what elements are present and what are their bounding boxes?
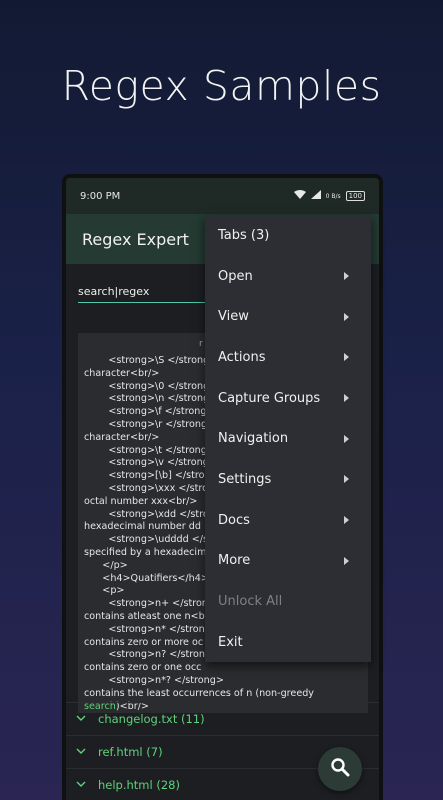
menu-item-docs[interactable]: Docs: [205, 500, 371, 541]
chevron-down-icon: [76, 746, 98, 757]
menu-item-exit[interactable]: Exit: [205, 622, 371, 663]
menu-item-open[interactable]: Open: [205, 256, 371, 297]
chevron-right-icon: [344, 394, 349, 403]
search-icon: [330, 757, 350, 781]
status-time: 9:00 PM: [80, 190, 121, 202]
menu-item-label: Unlock All: [218, 594, 283, 610]
app-title: Regex Expert: [82, 229, 189, 249]
chevron-right-icon: [344, 272, 349, 281]
file-item-label: changelog.txt (11): [98, 711, 205, 726]
network-speed: 0 B/s: [325, 192, 341, 200]
menu-item-label: Exit: [218, 634, 243, 650]
chevron-right-icon: [344, 434, 349, 443]
wifi-icon: [293, 190, 306, 202]
chevron-right-icon: [344, 353, 349, 362]
chevron-right-icon: [344, 516, 349, 525]
menu-item-label: Navigation: [218, 431, 289, 447]
menu-item-navigation[interactable]: Navigation: [205, 418, 371, 459]
promo-title: Regex Samples: [61, 62, 382, 110]
menu-item-label: Open: [218, 268, 253, 284]
chevron-right-icon: [344, 312, 349, 321]
file-item-label: help.html (28): [98, 777, 180, 792]
chevron-down-icon: [76, 779, 98, 790]
menu-item-label: Tabs (3): [218, 227, 270, 243]
menu-item-label: View: [218, 309, 249, 325]
search-input[interactable]: [78, 285, 218, 303]
chevron-right-icon: [344, 475, 349, 484]
menu-item-tabs-3[interactable]: Tabs (3): [205, 215, 371, 256]
signal-icon: [310, 190, 321, 202]
menu-item-capture-groups[interactable]: Capture Groups: [205, 378, 371, 419]
search-fab[interactable]: [318, 747, 362, 791]
file-item-changelog[interactable]: changelog.txt (11): [66, 702, 379, 734]
menu-item-actions[interactable]: Actions: [205, 337, 371, 378]
menu-item-label: Actions: [218, 349, 266, 365]
code-line: <strong>n*? </strong>: [84, 674, 224, 686]
overflow-menu: Tabs (3) Open View Actions Capture Groups Nav…: [205, 215, 371, 662]
menu-item-label: Settings: [218, 471, 272, 487]
file-item-label: ref.html (7): [98, 744, 163, 759]
menu-item-view[interactable]: View: [205, 296, 371, 337]
menu-item-more[interactable]: More: [205, 541, 371, 582]
menu-item-unlock-all: Unlock All: [205, 581, 371, 622]
code-line: contains zero or one occ: [84, 662, 202, 674]
code-line: contains the least occurrences of n (non…: [84, 687, 314, 699]
chevron-right-icon: [344, 556, 349, 565]
menu-item-label: More: [218, 553, 251, 569]
status-bar: 9:00 PM 0 B/s 100: [66, 178, 379, 214]
menu-item-settings[interactable]: Settings: [205, 459, 371, 500]
chevron-down-icon: [76, 713, 98, 724]
menu-item-label: Capture Groups: [218, 390, 321, 406]
menu-item-label: Docs: [218, 512, 250, 528]
battery-indicator: 100: [345, 191, 365, 201]
